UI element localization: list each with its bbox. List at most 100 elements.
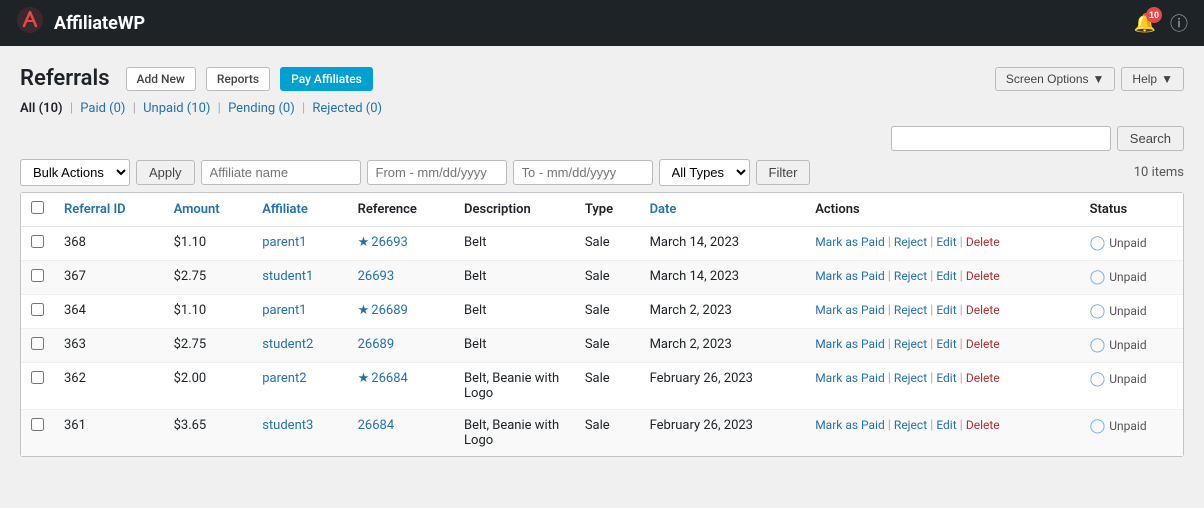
row-checkbox-362[interactable] [31,371,44,384]
help-label: Help [1132,72,1157,86]
mark-paid-363[interactable]: Mark as Paid [815,337,885,351]
top-bar-actions: 🔔 10 ⓘ [1134,10,1188,36]
reject-362[interactable]: Reject [894,371,927,385]
reject-363[interactable]: Reject [894,337,927,351]
reference-link-363[interactable]: 26689 [358,337,395,352]
delete-364[interactable]: Delete [966,303,1000,317]
row-reference-368: ★26693 [348,227,454,261]
type-select[interactable]: All Types [659,159,750,186]
mark-paid-367[interactable]: Mark as Paid [815,269,885,283]
mark-paid-368[interactable]: Mark as Paid [815,235,885,249]
delete-367[interactable]: Delete [966,269,1000,283]
col-status: Status [1080,193,1183,227]
sort-referral-id[interactable]: Referral ID [64,202,126,217]
search-button[interactable]: Search [1117,126,1184,151]
delete-368[interactable]: Delete [966,235,1000,249]
row-affiliate-364: parent1 [252,295,347,329]
mark-paid-362[interactable]: Mark as Paid [815,371,885,385]
pay-affiliates-button[interactable]: Pay Affiliates [280,67,373,91]
row-id-362: 362 [54,363,164,410]
tab-all[interactable]: All (10) [20,101,63,116]
reference-link-364[interactable]: 26689 [371,303,408,318]
delete-361[interactable]: Delete [966,418,1000,432]
reject-368[interactable]: Reject [894,235,927,249]
affiliate-link-363[interactable]: student2 [262,337,313,352]
reference-link-361[interactable]: 26684 [358,418,395,433]
row-affiliate-367: student1 [252,261,347,295]
tab-rejected[interactable]: Rejected (0) [312,101,382,116]
row-type-363: Sale [575,329,640,363]
reference-link-362[interactable]: 26684 [371,371,408,386]
mark-paid-361[interactable]: Mark as Paid [815,418,885,432]
apply-button[interactable]: Apply [136,160,195,185]
affiliate-link-361[interactable]: student3 [262,418,313,433]
affiliate-link-368[interactable]: parent1 [262,235,306,250]
table-row: 363 $2.75 student2 26689 Belt Sale March… [21,329,1183,363]
referrals-table: Referral ID Amount Affiliate Reference D… [21,193,1183,456]
col-date: Date [640,193,806,227]
chevron-down-icon: ▼ [1093,72,1105,86]
add-new-button[interactable]: Add New [126,67,196,91]
row-id-364: 364 [54,295,164,329]
row-checkbox-361[interactable] [31,418,44,431]
row-checkbox-363[interactable] [31,337,44,350]
reference-link-368[interactable]: 26693 [371,235,408,250]
delete-362[interactable]: Delete [966,371,1000,385]
col-description: Description [454,193,575,227]
star-icon: ★ [358,371,370,386]
search-input[interactable] [891,126,1111,151]
reject-367[interactable]: Reject [894,269,927,283]
edit-361[interactable]: Edit [936,418,956,432]
row-status-361: ◯ Unpaid [1080,410,1183,457]
row-reference-364: ★26689 [348,295,454,329]
row-checkbox-364[interactable] [31,303,44,316]
bulk-actions-select[interactable]: Bulk Actions [20,159,130,186]
edit-368[interactable]: Edit [936,235,956,249]
row-amount-361: $3.65 [164,410,253,457]
status-dot-icon: ◯ [1090,235,1106,251]
row-actions-361: Mark as Paid|Reject|Edit|Delete [805,410,1079,457]
row-date-367: March 14, 2023 [640,261,806,295]
page-title: Referrals [20,66,110,91]
sort-affiliate[interactable]: Affiliate [262,202,308,217]
filter-button[interactable]: Filter [756,160,811,185]
col-referral-id: Referral ID [54,193,164,227]
edit-364[interactable]: Edit [936,303,956,317]
row-checkbox-367[interactable] [31,269,44,282]
row-actions-368: Mark as Paid|Reject|Edit|Delete [805,227,1079,261]
edit-363[interactable]: Edit [936,337,956,351]
reject-361[interactable]: Reject [894,418,927,432]
to-date-input[interactable] [513,160,653,185]
notifications-button[interactable]: 🔔 10 [1134,13,1156,34]
help-dropdown-button[interactable]: Help ▼ [1121,67,1184,91]
help-icon-button[interactable]: ⓘ [1170,10,1188,36]
referrals-table-wrap: Referral ID Amount Affiliate Reference D… [20,192,1184,457]
table-row: 361 $3.65 student3 26684 Belt, Beanie wi… [21,410,1183,457]
status-dot-icon: ◯ [1090,418,1106,434]
affiliate-link-367[interactable]: student1 [262,269,313,284]
edit-362[interactable]: Edit [936,371,956,385]
notif-badge: 10 [1146,7,1162,23]
tab-unpaid[interactable]: Unpaid (10) [143,101,210,116]
affiliate-link-362[interactable]: parent2 [262,371,306,386]
reject-364[interactable]: Reject [894,303,927,317]
row-amount-363: $2.75 [164,329,253,363]
tab-paid[interactable]: Paid (0) [80,101,125,116]
tab-pending[interactable]: Pending (0) [228,101,295,116]
row-checkbox-368[interactable] [31,235,44,248]
sort-amount[interactable]: Amount [174,202,220,217]
mark-paid-364[interactable]: Mark as Paid [815,303,885,317]
edit-367[interactable]: Edit [936,269,956,283]
reference-link-367[interactable]: 26693 [358,269,395,284]
screen-options-button[interactable]: Screen Options ▼ [995,67,1116,91]
logo-icon [16,6,44,40]
affiliate-name-input[interactable] [201,160,361,185]
app-logo: AffiliateWP [16,6,145,40]
select-all-checkbox[interactable] [31,201,44,214]
reports-button[interactable]: Reports [206,67,270,91]
from-date-input[interactable] [367,160,507,185]
toolbar-left: Bulk Actions Apply All Types Filter [20,159,810,186]
sort-date[interactable]: Date [650,202,677,217]
delete-363[interactable]: Delete [966,337,1000,351]
affiliate-link-364[interactable]: parent1 [262,303,306,318]
